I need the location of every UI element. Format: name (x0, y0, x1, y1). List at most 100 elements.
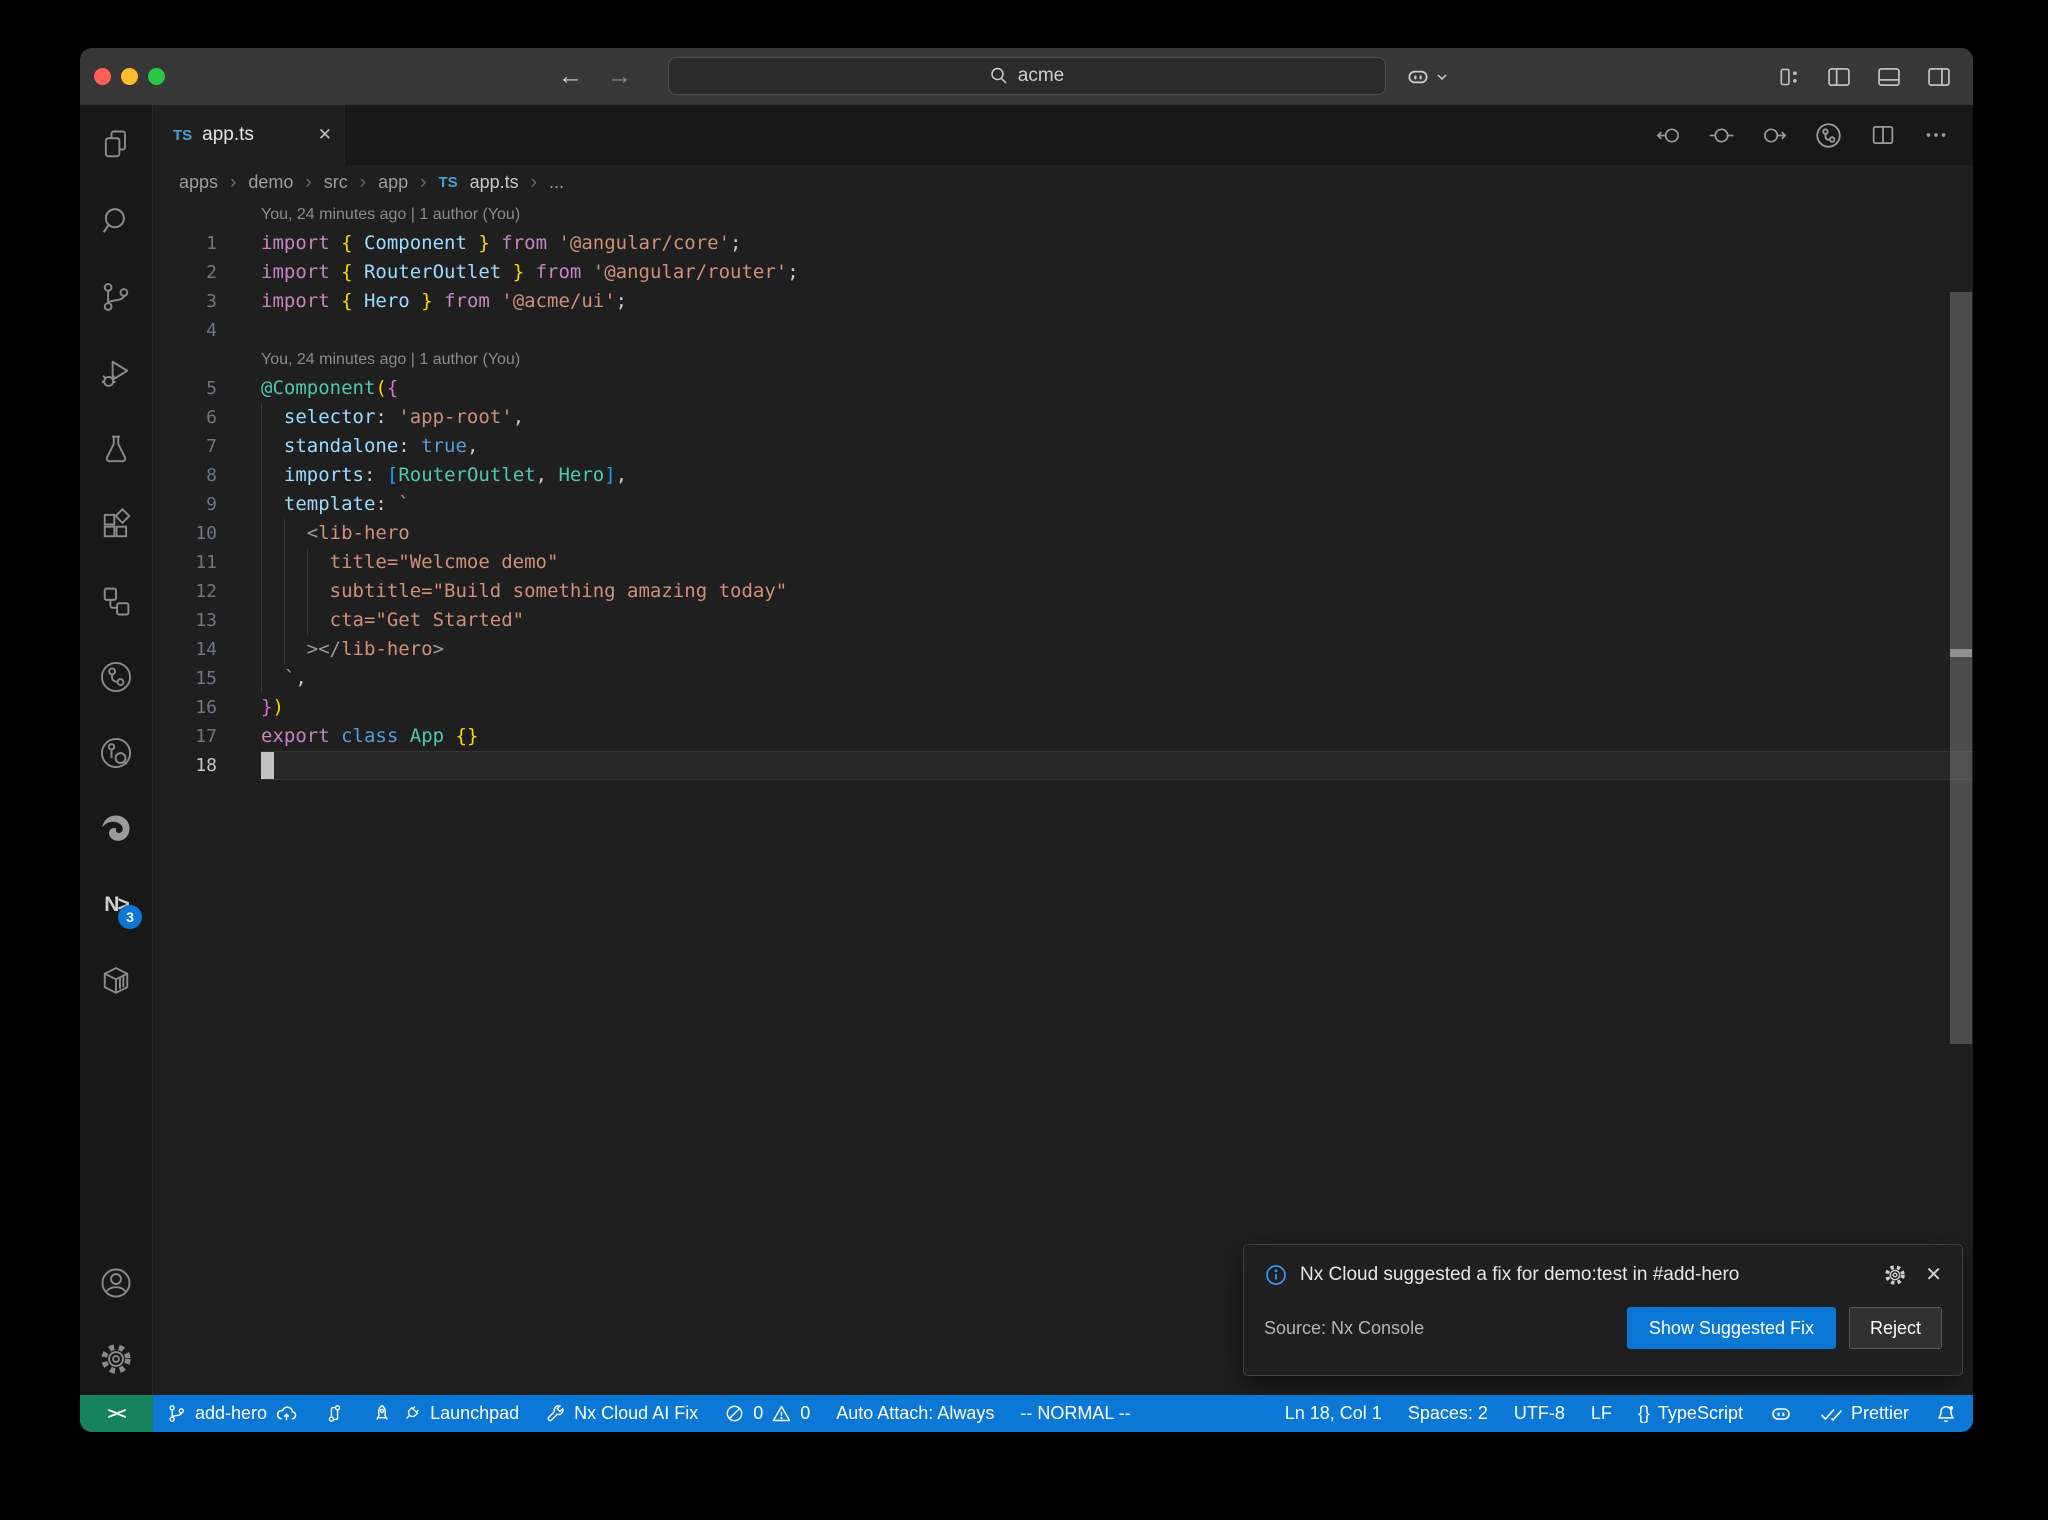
git-branch-status[interactable]: add-hero (153, 1395, 311, 1432)
changes-icon[interactable] (1708, 122, 1735, 149)
references-icon[interactable] (98, 583, 134, 619)
formatter-status[interactable]: Prettier (1806, 1395, 1922, 1432)
indentation-status[interactable]: Spaces: 2 (1395, 1395, 1501, 1432)
code-line[interactable]: 12 subtitle="Build something amazing tod… (153, 577, 1973, 606)
containers-icon[interactable] (98, 963, 134, 999)
reject-button[interactable]: Reject (1848, 1307, 1942, 1349)
encoding-status[interactable]: UTF-8 (1501, 1395, 1578, 1432)
toggle-secondary-sidebar-icon[interactable] (1925, 63, 1953, 91)
code-line[interactable]: 11 title="Welcmoe demo" (153, 548, 1973, 577)
auto-attach-status[interactable]: Auto Attach: Always (823, 1395, 1007, 1432)
breadcrumb-file[interactable]: app.ts (470, 172, 519, 193)
cursor-position-status[interactable]: Ln 18, Col 1 (1272, 1395, 1395, 1432)
code-line[interactable]: 10 <lib-hero (153, 519, 1973, 548)
zoom-window-button[interactable] (148, 68, 165, 85)
git-graph-icon[interactable] (98, 659, 134, 695)
notification-settings-gear-icon[interactable] (1883, 1263, 1907, 1287)
toggle-primary-sidebar-icon[interactable] (1825, 63, 1853, 91)
breadcrumb-item[interactable]: demo (248, 172, 293, 193)
line-number: 18 (195, 755, 217, 776)
code-line[interactable]: 18 (153, 751, 1973, 780)
source-control-icon[interactable] (98, 279, 134, 315)
launchpad-status[interactable]: Launchpad (358, 1395, 532, 1432)
code-line[interactable]: 2 import { RouterOutlet } from '@angular/… (153, 258, 1973, 287)
line-number: 10 (195, 523, 217, 544)
line-number: 4 (206, 320, 217, 341)
screenshot-stage: ← → acme N> 3 TS app.ts ✕ apps › demo › … (0, 0, 2048, 1520)
edge-browser-icon[interactable] (98, 811, 134, 847)
back-arrow-icon[interactable]: ← (558, 62, 583, 91)
line-number: 9 (206, 494, 217, 515)
minimize-window-button[interactable] (121, 68, 138, 85)
code-line[interactable]: 1 import { Component } from '@angular/cor… (153, 229, 1973, 258)
split-editor-icon[interactable] (1869, 121, 1897, 149)
gitlens-icon[interactable] (98, 735, 134, 771)
blame-annotation[interactable]: You, 24 minutes ago | 1 author (You) (153, 200, 1973, 229)
extensions-icon[interactable] (98, 507, 134, 543)
previous-change-icon[interactable] (1655, 122, 1682, 149)
language-mode-status[interactable]: {} TypeScript (1625, 1395, 1756, 1432)
line-number (153, 345, 217, 374)
branch-name: add-hero (195, 1403, 268, 1423)
tab-bar: TS app.ts ✕ (153, 105, 1973, 165)
code-line[interactable]: 6 selector: 'app-root', (153, 403, 1973, 432)
notification-source: Source: Nx Console (1264, 1317, 1425, 1338)
command-center-search[interactable]: acme (667, 57, 1386, 95)
indent-guide (283, 606, 285, 635)
customize-layout-icon[interactable] (1777, 64, 1803, 90)
code-line[interactable]: 13 cta="Get Started" (153, 606, 1973, 635)
copilot-status[interactable] (1756, 1395, 1806, 1432)
breadcrumb-item[interactable]: apps (179, 172, 218, 193)
vim-mode-status[interactable]: -- NORMAL -- (1007, 1395, 1143, 1432)
copilot-menu-button[interactable] (1405, 48, 1448, 105)
rocket-icon (371, 1403, 393, 1425)
next-change-icon[interactable] (1761, 122, 1788, 149)
indent-guide (306, 577, 308, 606)
account-icon[interactable] (98, 1265, 134, 1301)
explorer-icon[interactable] (98, 127, 134, 163)
activity-bar-bottom (98, 1265, 134, 1395)
breadcrumb-item[interactable]: app (378, 172, 408, 193)
code-line[interactable]: 8 imports: [RouterOutlet, Hero], (153, 461, 1973, 490)
git-commits-status[interactable] (311, 1395, 358, 1432)
forward-arrow-icon[interactable]: → (607, 62, 632, 91)
editor-cursor (261, 752, 274, 779)
show-suggested-fix-button[interactable]: Show Suggested Fix (1626, 1307, 1836, 1349)
code-line[interactable]: 9 template: ` (153, 490, 1973, 519)
code-editor[interactable]: You, 24 minutes ago | 1 author (You) 1 imp… (153, 200, 1973, 1395)
toggle-panel-icon[interactable] (1875, 63, 1903, 91)
vertical-scrollbar[interactable] (1950, 292, 1972, 1044)
indent-guide (306, 548, 308, 577)
eol-status[interactable]: LF (1578, 1395, 1625, 1432)
search-sidebar-icon[interactable] (98, 203, 134, 239)
search-icon (989, 66, 1009, 86)
more-actions-icon[interactable] (1923, 122, 1949, 148)
run-debug-icon[interactable] (98, 355, 134, 391)
code-line[interactable]: 14 ></lib-hero> (153, 635, 1973, 664)
testing-icon[interactable] (98, 431, 134, 467)
code-line[interactable]: 7 standalone: true, (153, 432, 1973, 461)
problems-status[interactable]: 0 0 (711, 1395, 823, 1432)
nx-cloud-ai-fix-status[interactable]: Nx Cloud AI Fix (532, 1395, 711, 1432)
indent-guide (261, 519, 262, 548)
status-bar: >< add-hero Launchpad Nx Cloud AI Fix 0 … (80, 1395, 1973, 1432)
remote-indicator[interactable]: >< (80, 1395, 153, 1432)
line-number: 5 (206, 378, 217, 399)
close-window-button[interactable] (94, 68, 111, 85)
blame-annotation[interactable]: You, 24 minutes ago | 1 author (You) (153, 345, 1973, 374)
code-line[interactable]: 4 (153, 316, 1973, 345)
settings-gear-icon[interactable] (98, 1341, 134, 1377)
nx-console-icon[interactable]: N> 3 (98, 887, 142, 929)
breadcrumb-item[interactable]: src (324, 172, 348, 193)
breadcrumb-symbol-overflow[interactable]: ... (549, 172, 564, 193)
code-line[interactable]: 5 @Component({ (153, 374, 1973, 403)
notifications-bell[interactable] (1922, 1395, 1973, 1432)
notification-close-icon[interactable]: ✕ (1925, 1262, 1942, 1287)
tab-app-ts[interactable]: TS app.ts ✕ (153, 105, 345, 165)
code-line[interactable]: 3 import { Hero } from '@acme/ui'; (153, 287, 1973, 316)
code-line[interactable]: 17 export class App {} (153, 722, 1973, 751)
close-tab-icon[interactable]: ✕ (318, 125, 332, 145)
code-line[interactable]: 15 `, (153, 664, 1973, 693)
file-history-icon[interactable] (1814, 121, 1843, 150)
code-line[interactable]: 16}) (153, 693, 1973, 722)
